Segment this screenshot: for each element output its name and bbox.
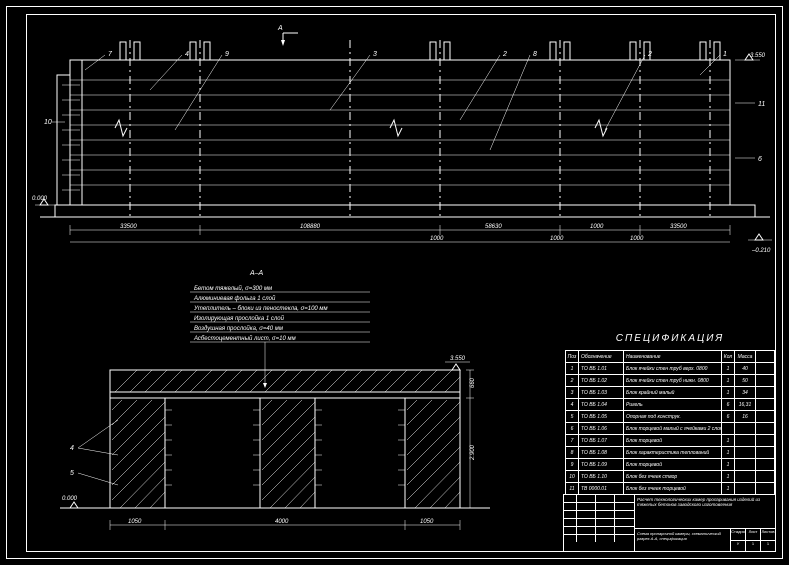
spec-row: 1ТО ВБ 1.01Блок ячейки стен труб верх. 0…: [566, 362, 774, 374]
hdr-name: Наименование: [624, 351, 722, 362]
spec-header-row: Поз Обозначение Наименование Кол Масса: [566, 350, 774, 362]
main-elevation: 7 4 9 3 2 8 2 1 11 6 10 3.550 0.000 –0.2…: [32, 40, 772, 254]
spec-row: 2ТО ВБ 1.02Блок ячейки стен труб нижн. 0…: [566, 374, 774, 386]
svg-text:660: 660: [470, 377, 476, 388]
tb-main: Расчет технологических камер пропаривани…: [635, 495, 775, 529]
top-columns: [120, 42, 720, 60]
svg-text:Бетом тяжелый, σ=300 мм: Бетом тяжелый, σ=300 мм: [194, 285, 272, 292]
svg-text:8: 8: [533, 51, 537, 58]
section-letter: A: [277, 25, 283, 32]
axes: [130, 40, 710, 220]
svg-text:Алюминиевая фольга 1 слой: Алюминиевая фольга 1 слой: [193, 295, 276, 302]
tb-sheet: 1: [746, 541, 761, 552]
svg-text:2: 2: [502, 51, 507, 58]
svg-text:10: 10: [44, 119, 52, 126]
spec-row: 9ТО ВБ 1.09Блок торцевой1: [566, 458, 774, 470]
hdr-mass: Масса: [735, 351, 756, 362]
spec-row: 7ТО ВБ 1.07Блок торцевой1: [566, 434, 774, 446]
spec-row: 3ТО ВБ 1.03Блок крайний малый134: [566, 386, 774, 398]
dim-bottom: 33500 108880 58630 1000 33500 1000 1000 …: [70, 224, 730, 242]
spec-row: 6ТО ВБ 1.06Блок торцевой малый с ячейкам…: [566, 422, 774, 434]
svg-text:3: 3: [373, 51, 377, 58]
layer-notes: Бетом тяжелый, σ=300 мм Алюминиевая фоль…: [190, 282, 370, 388]
specification-table: СПЕЦИФИКАЦИЯ Поз Обозначение Наименовани…: [565, 327, 775, 495]
svg-text:4: 4: [185, 51, 189, 58]
svg-text:9: 9: [225, 51, 229, 58]
spec-title: СПЕЦИФИКАЦИЯ: [565, 327, 775, 350]
courses: [62, 80, 730, 190]
svg-text:1: 1: [723, 51, 727, 58]
section-title: А–А: [249, 270, 264, 277]
svg-text:Асбестоцементный лист, σ=10 мм: Асбестоцементный лист, σ=10 мм: [193, 335, 296, 342]
callout-leaders: 7 4 9 3 2 8 2 1 11 6 10: [44, 51, 765, 163]
svg-text:1000: 1000: [430, 236, 444, 242]
svg-text:1000: 1000: [550, 236, 564, 242]
elev-top-right: 3.550: [735, 53, 766, 60]
svg-text:1050: 1050: [128, 519, 142, 525]
tb-sub: Схема пропарочной камеры, схематический …: [635, 529, 731, 551]
svg-text:7: 7: [108, 51, 113, 58]
svg-text:6: 6: [758, 156, 762, 163]
svg-text:108880: 108880: [300, 224, 321, 230]
spec-row: 8ТО ВБ 1.08Блок характеристика тепловани…: [566, 446, 774, 458]
spec-row: 10ТО ВБ 1.10Блок без ячеек створ1: [566, 470, 774, 482]
svg-text:0.000: 0.000: [32, 196, 48, 202]
break-marks: [115, 120, 607, 136]
spec-row: 4ТО ВБ 1.04Ригель616,31: [566, 398, 774, 410]
tb-sheets: 1: [761, 541, 775, 552]
svg-text:Утеплитель – блоки из пеностек: Утеплитель – блоки из пеностекла, σ=100 …: [193, 306, 328, 312]
svg-text:5: 5: [70, 470, 74, 477]
svg-text:1000: 1000: [590, 224, 604, 230]
svg-text:2.900: 2.900: [470, 444, 476, 461]
svg-text:3.550: 3.550: [750, 53, 766, 59]
piers: [110, 398, 460, 508]
svg-text:58630: 58630: [485, 224, 502, 230]
hdr-pos: Поз: [566, 351, 579, 362]
tb-stage: У: [731, 541, 746, 552]
svg-text:11: 11: [758, 101, 765, 108]
hdr-note: [756, 351, 774, 362]
svg-text:4000: 4000: [275, 519, 289, 525]
elev-zero-left: 0.000: [32, 196, 55, 205]
svg-text:2: 2: [647, 51, 652, 58]
svg-text:Изолирующая прослойка 1 слой: Изолирующая прослойка 1 слой: [194, 315, 285, 322]
svg-text:33500: 33500: [120, 224, 137, 230]
spec-row: 5ТО ВБ 1.05Опорная под конструк.616: [566, 410, 774, 422]
section-bdims: 1050 4000 1050: [110, 519, 460, 530]
hdr-qty: Кол: [722, 351, 735, 362]
section-marker-a: A: [277, 25, 298, 46]
section-view: 4 5 3.550 0.000 660 2.900: [60, 356, 490, 530]
section-vdims: 660 2.900: [466, 370, 476, 508]
svg-text:–0.210: –0.210: [751, 248, 771, 254]
section-callouts: 4 5: [70, 420, 118, 485]
svg-text:1050: 1050: [420, 519, 434, 525]
svg-text:0.000: 0.000: [62, 496, 78, 502]
elev-bottom-right: –0.210: [748, 234, 772, 254]
hdr-code: Обозначение: [579, 351, 624, 362]
svg-text:1000: 1000: [630, 236, 644, 242]
svg-text:3.550: 3.550: [450, 356, 466, 362]
svg-text:Воздушная прослойка, σ=40 мм: Воздушная прослойка, σ=40 мм: [194, 325, 283, 332]
svg-text:33500: 33500: [670, 224, 687, 230]
title-block: Расчет технологических камер пропаривани…: [563, 494, 776, 552]
svg-text:4: 4: [70, 445, 74, 452]
left-end-block: [57, 60, 82, 205]
